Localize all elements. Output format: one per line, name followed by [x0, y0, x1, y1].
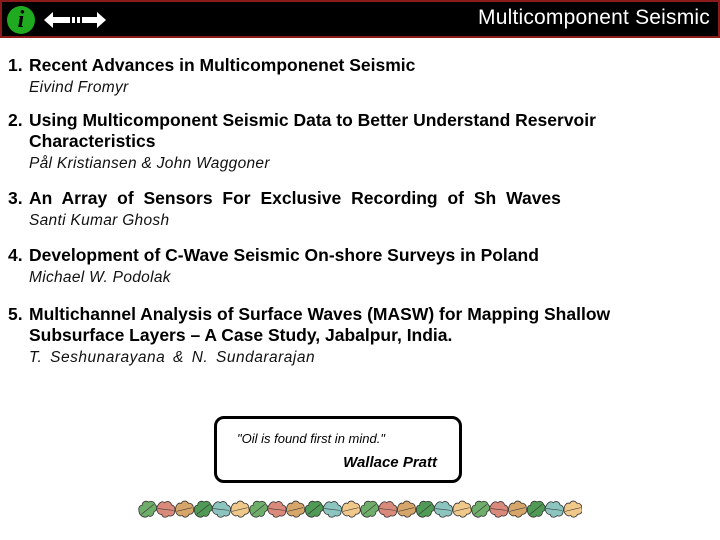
leaf-icon [563, 500, 582, 518]
talk-title: Using Multicomponent Seismic Data to Bet… [29, 110, 596, 151]
talk-item: 3. An Array of Sensors For Exclusive Rec… [8, 188, 561, 230]
talk-title: An Array of Sensors For Exclusive Record… [29, 188, 561, 208]
info-glyph: i [17, 7, 25, 33]
talk-item: 2. Using Multicomponent Seismic Data to … [8, 110, 668, 173]
leaf-icon [433, 501, 453, 518]
left-right-arrow-icon[interactable] [44, 11, 106, 29]
talk-item: 4. Development of C-Wave Seismic On-shor… [8, 245, 539, 287]
talk-number: 5. [8, 304, 23, 324]
talk-author: T. Seshunarayana & N. Sundararajan [29, 349, 316, 366]
quote-box: "Oil is found first in mind." Wallace Pr… [214, 416, 462, 483]
leaf-icon [452, 500, 472, 518]
leaf-icon [249, 500, 269, 518]
talk-item: 1. Recent Advances in Multicomponenet Se… [8, 55, 415, 97]
leaf-icon [526, 500, 546, 518]
quote-author: Wallace Pratt [343, 454, 437, 471]
leaf-icon [267, 501, 287, 518]
leaf-icon [341, 500, 361, 518]
talk-number: 4. [8, 245, 23, 265]
leaf-icon [489, 501, 509, 518]
leaf-icon [396, 500, 417, 518]
leaf-icon [360, 500, 380, 518]
talk-item: 5. Multichannel Analysis of Surface Wave… [8, 304, 688, 367]
talk-number: 3. [8, 188, 23, 208]
leaf-icon [507, 500, 528, 518]
talk-title: Development of C-Wave Seismic On-shore S… [29, 245, 539, 265]
leaf-icon [544, 501, 564, 518]
leaf-icon [285, 500, 306, 518]
leaf-border-icon [138, 500, 582, 518]
leaf-icon [211, 501, 231, 518]
talk-author: Santi Kumar Ghosh [29, 212, 170, 229]
leaf-icon [415, 500, 435, 518]
leaf-icon [156, 501, 176, 518]
leaf-icon [138, 500, 158, 518]
leaf-icon [471, 500, 491, 518]
quote-text: "Oil is found first in mind." [237, 431, 385, 446]
talk-author: Pål Kristiansen & John Waggoner [29, 155, 270, 172]
talk-author: Michael W. Podolak [29, 269, 171, 286]
leaf-icon [378, 501, 398, 518]
leaf-icon [174, 500, 195, 518]
leaf-icon [230, 500, 250, 518]
talk-author: Eivind Fromyr [29, 79, 129, 96]
talk-number: 2. [8, 110, 23, 130]
leaf-icon [322, 501, 342, 518]
header-bar: i Multicomponent Seismic [0, 0, 720, 38]
page-title: Multicomponent Seismic [478, 6, 710, 29]
info-icon[interactable]: i [7, 6, 35, 34]
leaf-icon [304, 500, 324, 518]
talk-title: Multichannel Analysis of Surface Waves (… [29, 304, 611, 345]
leaf-icon [193, 500, 213, 518]
talk-number: 1. [8, 55, 23, 75]
talk-title: Recent Advances in Multicomponenet Seism… [29, 55, 416, 75]
